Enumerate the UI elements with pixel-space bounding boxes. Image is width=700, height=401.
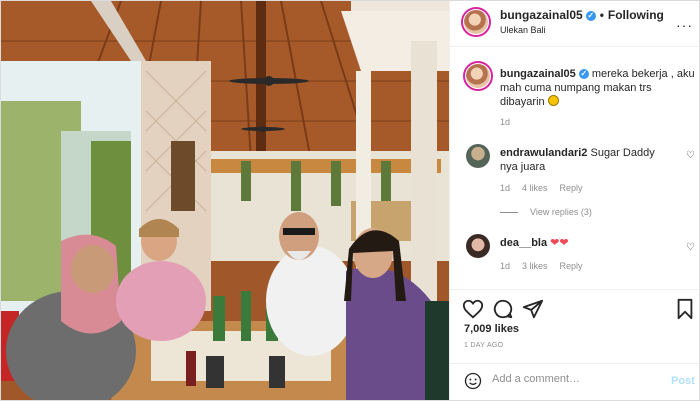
comment-text: endrawulandari2 Sugar Daddy nya juara [500,146,670,174]
view-replies-label: View replies (3) [530,207,592,217]
comment-username[interactable]: dea__bla [500,237,547,249]
restaurant-photo [1,1,449,400]
view-replies-link[interactable]: View replies (3) [500,207,592,217]
comment-meta: 1d 4 likes Reply [500,183,595,193]
comment-input[interactable] [492,373,652,385]
caption-username[interactable]: bungazainal05 [500,68,576,80]
post-side-panel: bungazainal05 ✓ • Following Ulekan Bali ···… [449,1,700,400]
location-link[interactable]: Ulekan Bali [500,25,546,35]
verified-badge-icon: ✓ [585,11,596,21]
caption-text: bungazainal05 ✓ mereka bekerja , aku mah … [500,67,695,109]
replies-divider [500,212,518,214]
paper-plane-icon[interactable] [522,298,544,320]
more-options-icon[interactable]: ··· [676,17,693,33]
comment-likes[interactable]: 3 likes [522,261,548,271]
comment-time[interactable]: 1d [500,183,510,193]
caption-avatar[interactable] [466,64,490,88]
red-heart-icon: ❤ [559,237,569,249]
comment-avatar[interactable] [466,144,490,168]
smiley-icon[interactable] [464,372,482,390]
post-photo[interactable] [1,1,449,400]
comment-meta: 1d 3 likes Reply [500,261,595,271]
comment-avatar[interactable] [466,234,490,258]
comment-likes[interactable]: 4 likes [522,183,548,193]
post-timestamp[interactable]: 1 DAY AGO [464,342,503,349]
header-user-line: bungazainal05 ✓ • Following [500,8,664,22]
comment-bubble-icon[interactable] [492,298,514,320]
following-button[interactable]: Following [608,8,664,22]
comment-username[interactable]: endrawulandari2 [500,147,587,159]
separator-dot: • [599,8,604,22]
post-header: bungazainal05 ✓ • Following Ulekan Bali ··· [450,1,700,47]
comment-like-heart-icon[interactable]: ♡ [686,242,695,253]
avatar[interactable] [464,10,488,34]
add-comment-bar: Post [450,363,700,400]
heart-icon[interactable] [462,298,484,320]
post-comment-button[interactable]: Post [671,375,695,387]
grinning-emoji-icon [547,95,559,106]
reply-button[interactable]: Reply [560,261,583,271]
comment-like-heart-icon[interactable]: ♡ [686,150,695,161]
bookmark-icon[interactable] [674,298,696,320]
likes-count[interactable]: 7,009 likes [464,323,519,335]
red-heart-icon: ❤ [550,237,560,249]
comment-time[interactable]: 1d [500,261,510,271]
comment-text: dea__bla ❤❤ [500,236,670,250]
instagram-post-modal: bungazainal05 ✓ • Following Ulekan Bali ···… [0,0,700,401]
reply-button[interactable]: Reply [560,183,583,193]
caption-time[interactable]: 1d [500,117,510,127]
header-username[interactable]: bungazainal05 [500,8,583,22]
verified-badge-icon: ✓ [578,69,589,79]
